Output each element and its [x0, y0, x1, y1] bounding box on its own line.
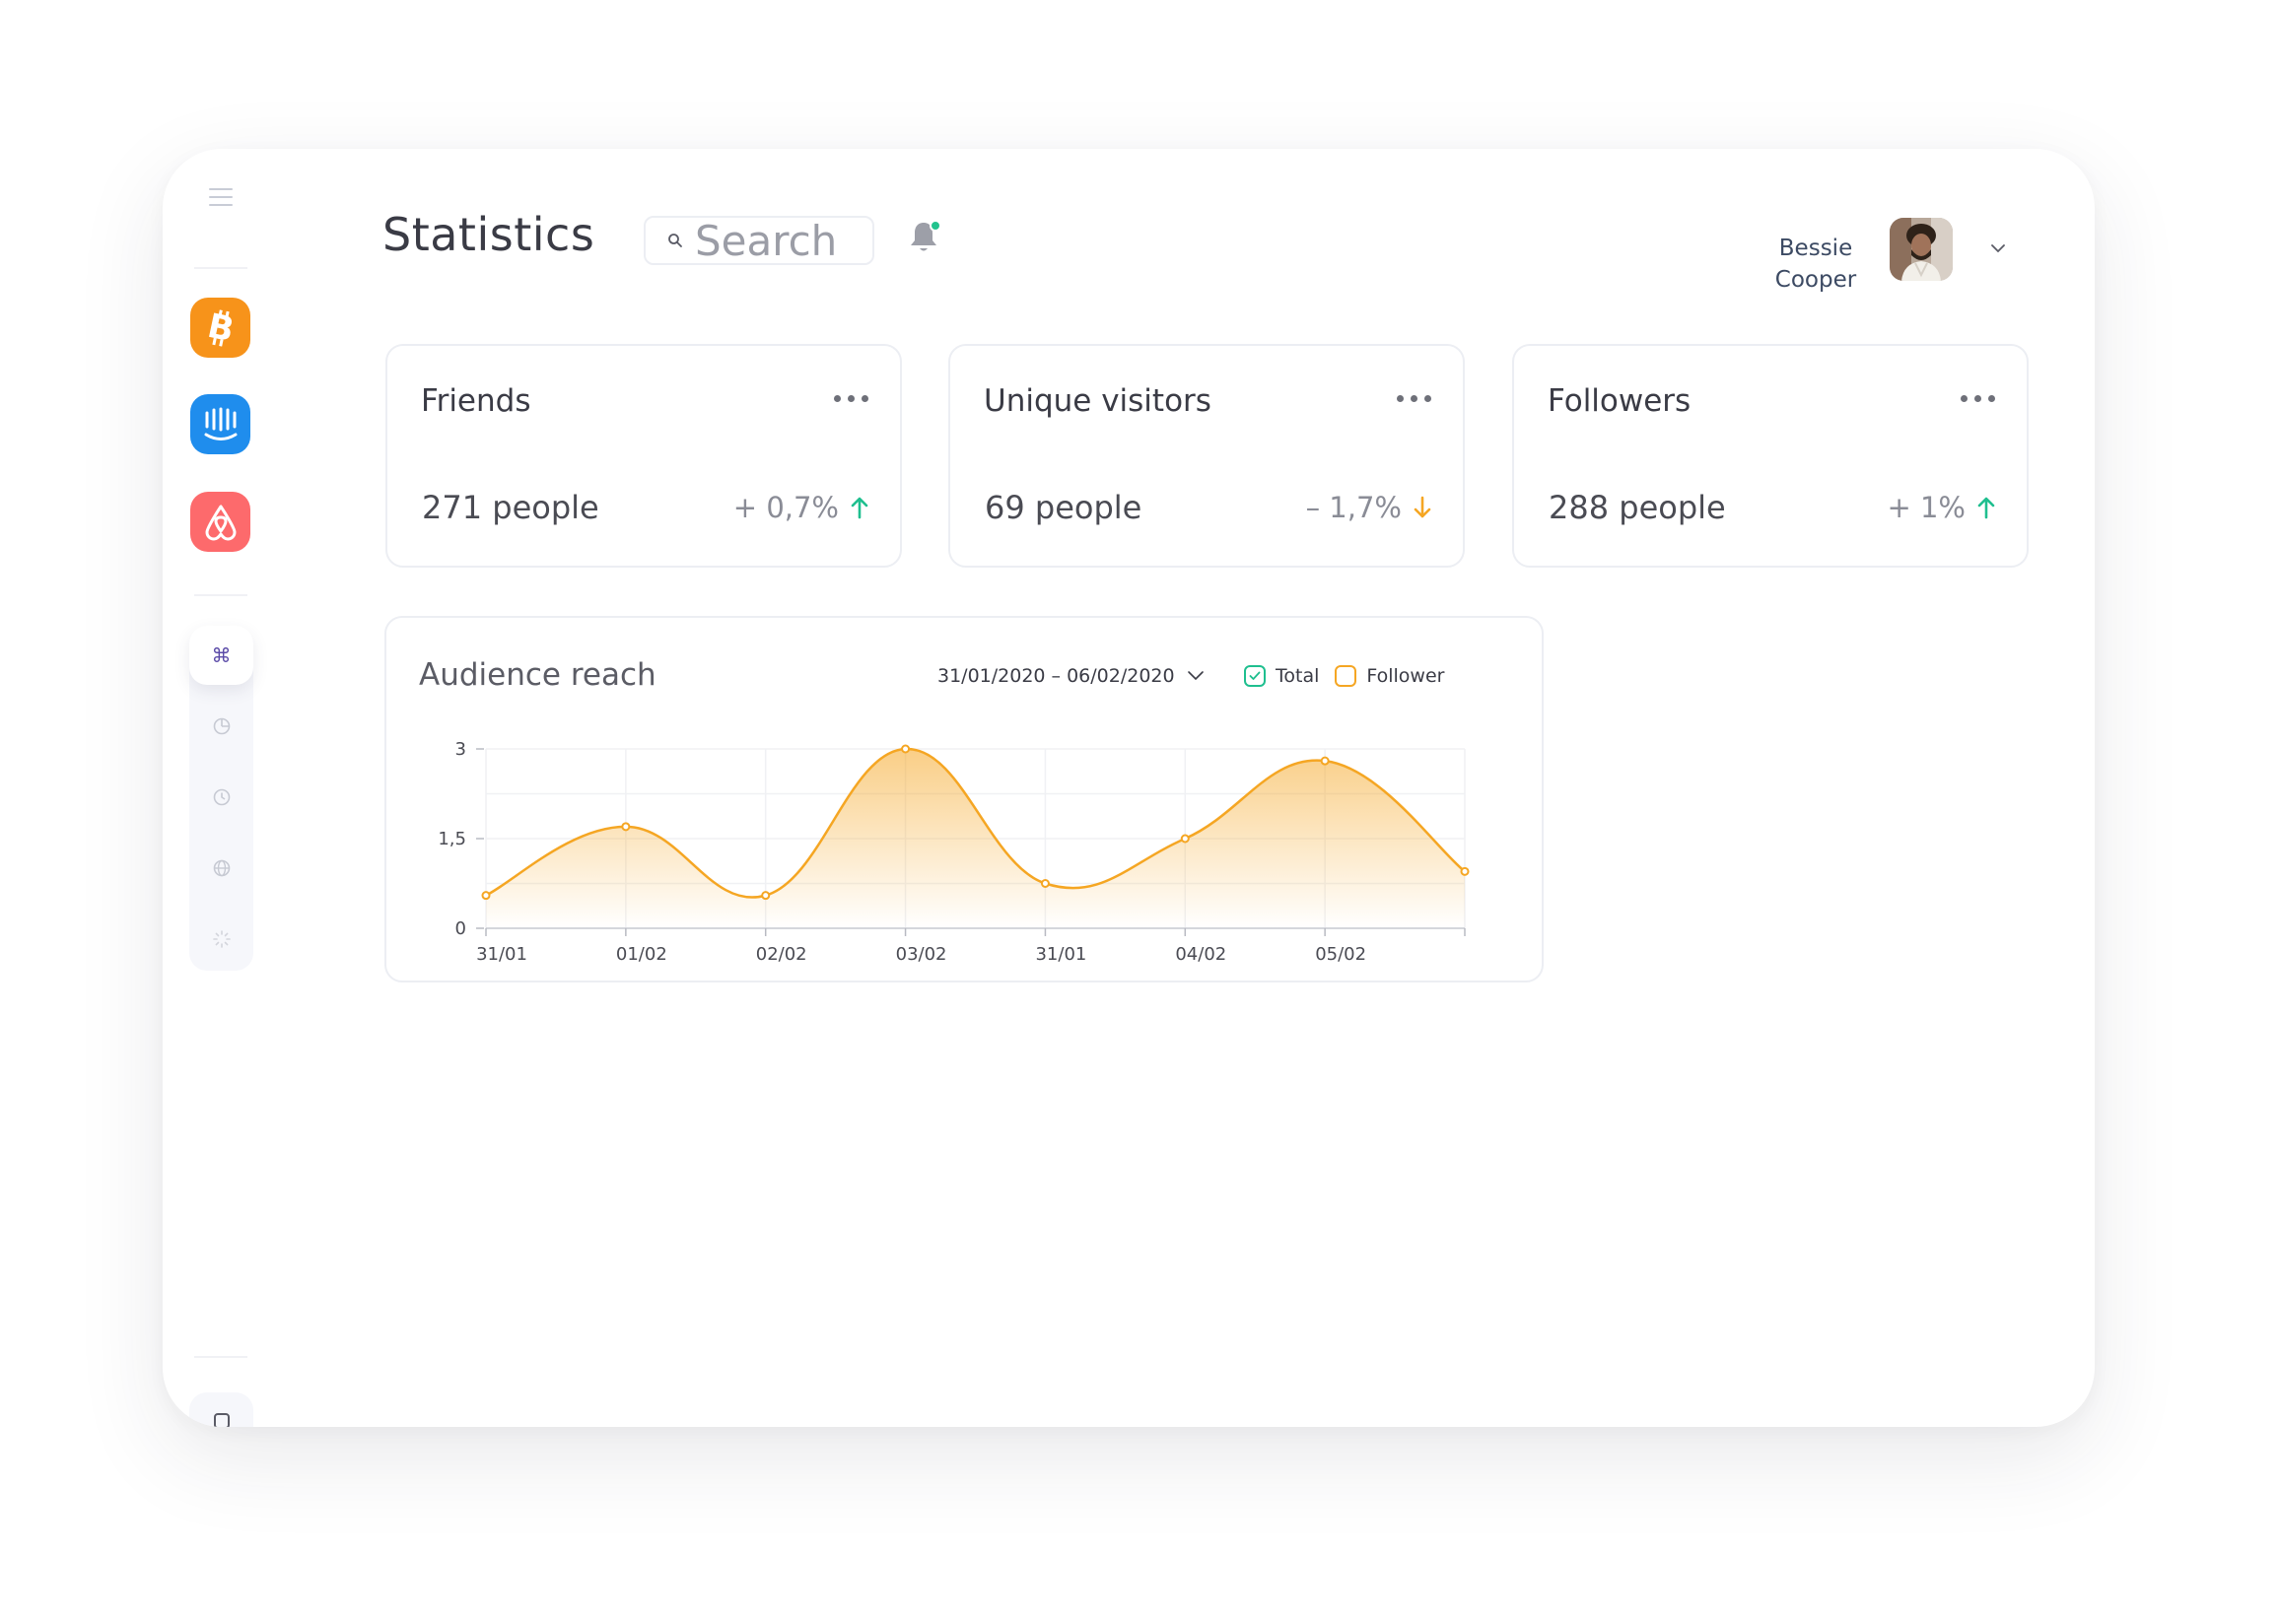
sidebar-divider	[194, 267, 247, 269]
y-tick-label: 1,5	[438, 829, 466, 849]
stat-value: 271 people	[422, 489, 599, 526]
notification-bell[interactable]	[908, 220, 943, 257]
y-tick-label: 0	[455, 918, 466, 939]
search-box[interactable]	[644, 216, 874, 265]
stat-card-friends: Friends 271 people + 0,7%	[385, 344, 902, 568]
stat-change: – 1,7%	[1306, 491, 1431, 524]
clock-icon[interactable]	[189, 778, 253, 817]
globe-icon[interactable]	[189, 848, 253, 888]
sidebar-divider	[194, 594, 247, 596]
y-tick-label: 3	[455, 739, 466, 760]
avatar[interactable]	[1890, 218, 1953, 281]
menu-icon[interactable]	[209, 188, 233, 206]
page-title: Statistics	[382, 208, 595, 261]
data-point	[1040, 879, 1050, 888]
x-tick-label: 02/02	[756, 944, 807, 965]
data-point	[761, 891, 771, 901]
airbnb-icon[interactable]	[190, 492, 250, 552]
loader-icon[interactable]	[189, 919, 253, 959]
x-tick-label: 01/02	[616, 944, 667, 965]
stat-change-text: + 1%	[1887, 491, 1966, 524]
search-input[interactable]	[695, 216, 863, 265]
intercom-icon[interactable]	[190, 394, 250, 454]
audience-reach-card: Audience reach 31/01/2020 – 06/02/2020 T…	[384, 616, 1544, 982]
arrow-up-icon	[1977, 497, 1995, 519]
stat-card-unique-visitors: Unique visitors 69 people – 1,7%	[948, 344, 1465, 568]
stat-change: + 1%	[1887, 491, 1995, 524]
more-options-icon[interactable]	[1961, 395, 1995, 402]
sidebar-divider	[194, 1356, 247, 1358]
stat-value: 288 people	[1549, 489, 1726, 526]
command-icon[interactable]: ⌘	[189, 626, 253, 685]
app-window: B ⌘ Statistics Search Bessie Cooper Frie…	[163, 149, 2095, 1427]
stat-change: + 0,7%	[733, 491, 868, 524]
data-point	[621, 822, 631, 832]
notification-dot	[930, 220, 941, 232]
more-options-icon[interactable]	[1397, 395, 1431, 402]
stat-title: Friends	[421, 383, 531, 419]
data-point	[481, 891, 491, 901]
stat-change-text: + 0,7%	[732, 491, 839, 524]
stat-change-text: – 1,7%	[1305, 491, 1402, 524]
stat-title: Unique visitors	[984, 383, 1211, 419]
user-first-name: Bessie	[1778, 236, 1853, 261]
data-point	[1320, 756, 1330, 766]
tool-group: ⌘	[189, 626, 253, 971]
audience-reach-chart: 0 1,5 3 31/01 01/02 02/02 03/02 31/01 04/02 05/02	[438, 739, 1470, 965]
x-tick-label: 31/01	[1035, 944, 1086, 965]
x-tick-label: 03/02	[896, 944, 947, 965]
user-last-name: Cooper	[1774, 267, 1857, 293]
data-point	[1460, 866, 1470, 876]
series-area	[486, 748, 1465, 928]
data-point	[1180, 834, 1190, 844]
x-tick-label: 04/02	[1175, 944, 1226, 965]
data-point	[901, 744, 911, 754]
stat-title: Followers	[1548, 383, 1692, 419]
arrow-up-icon	[851, 497, 868, 519]
stat-value: 69 people	[985, 489, 1142, 526]
square-icon[interactable]	[189, 1392, 253, 1427]
pie-chart-icon[interactable]	[189, 707, 253, 746]
x-tick-label: 31/01	[476, 944, 527, 965]
more-options-icon[interactable]	[834, 395, 868, 402]
bitcoin-icon[interactable]: B	[190, 298, 250, 358]
x-tick-label: 05/02	[1315, 944, 1366, 965]
stat-card-followers: Followers 288 people + 1%	[1512, 344, 2029, 568]
arrow-down-icon	[1414, 496, 1431, 518]
chevron-down-icon[interactable]	[1988, 240, 2008, 254]
search-icon	[668, 234, 682, 247]
user-name[interactable]: Bessie Cooper	[1752, 233, 1880, 296]
